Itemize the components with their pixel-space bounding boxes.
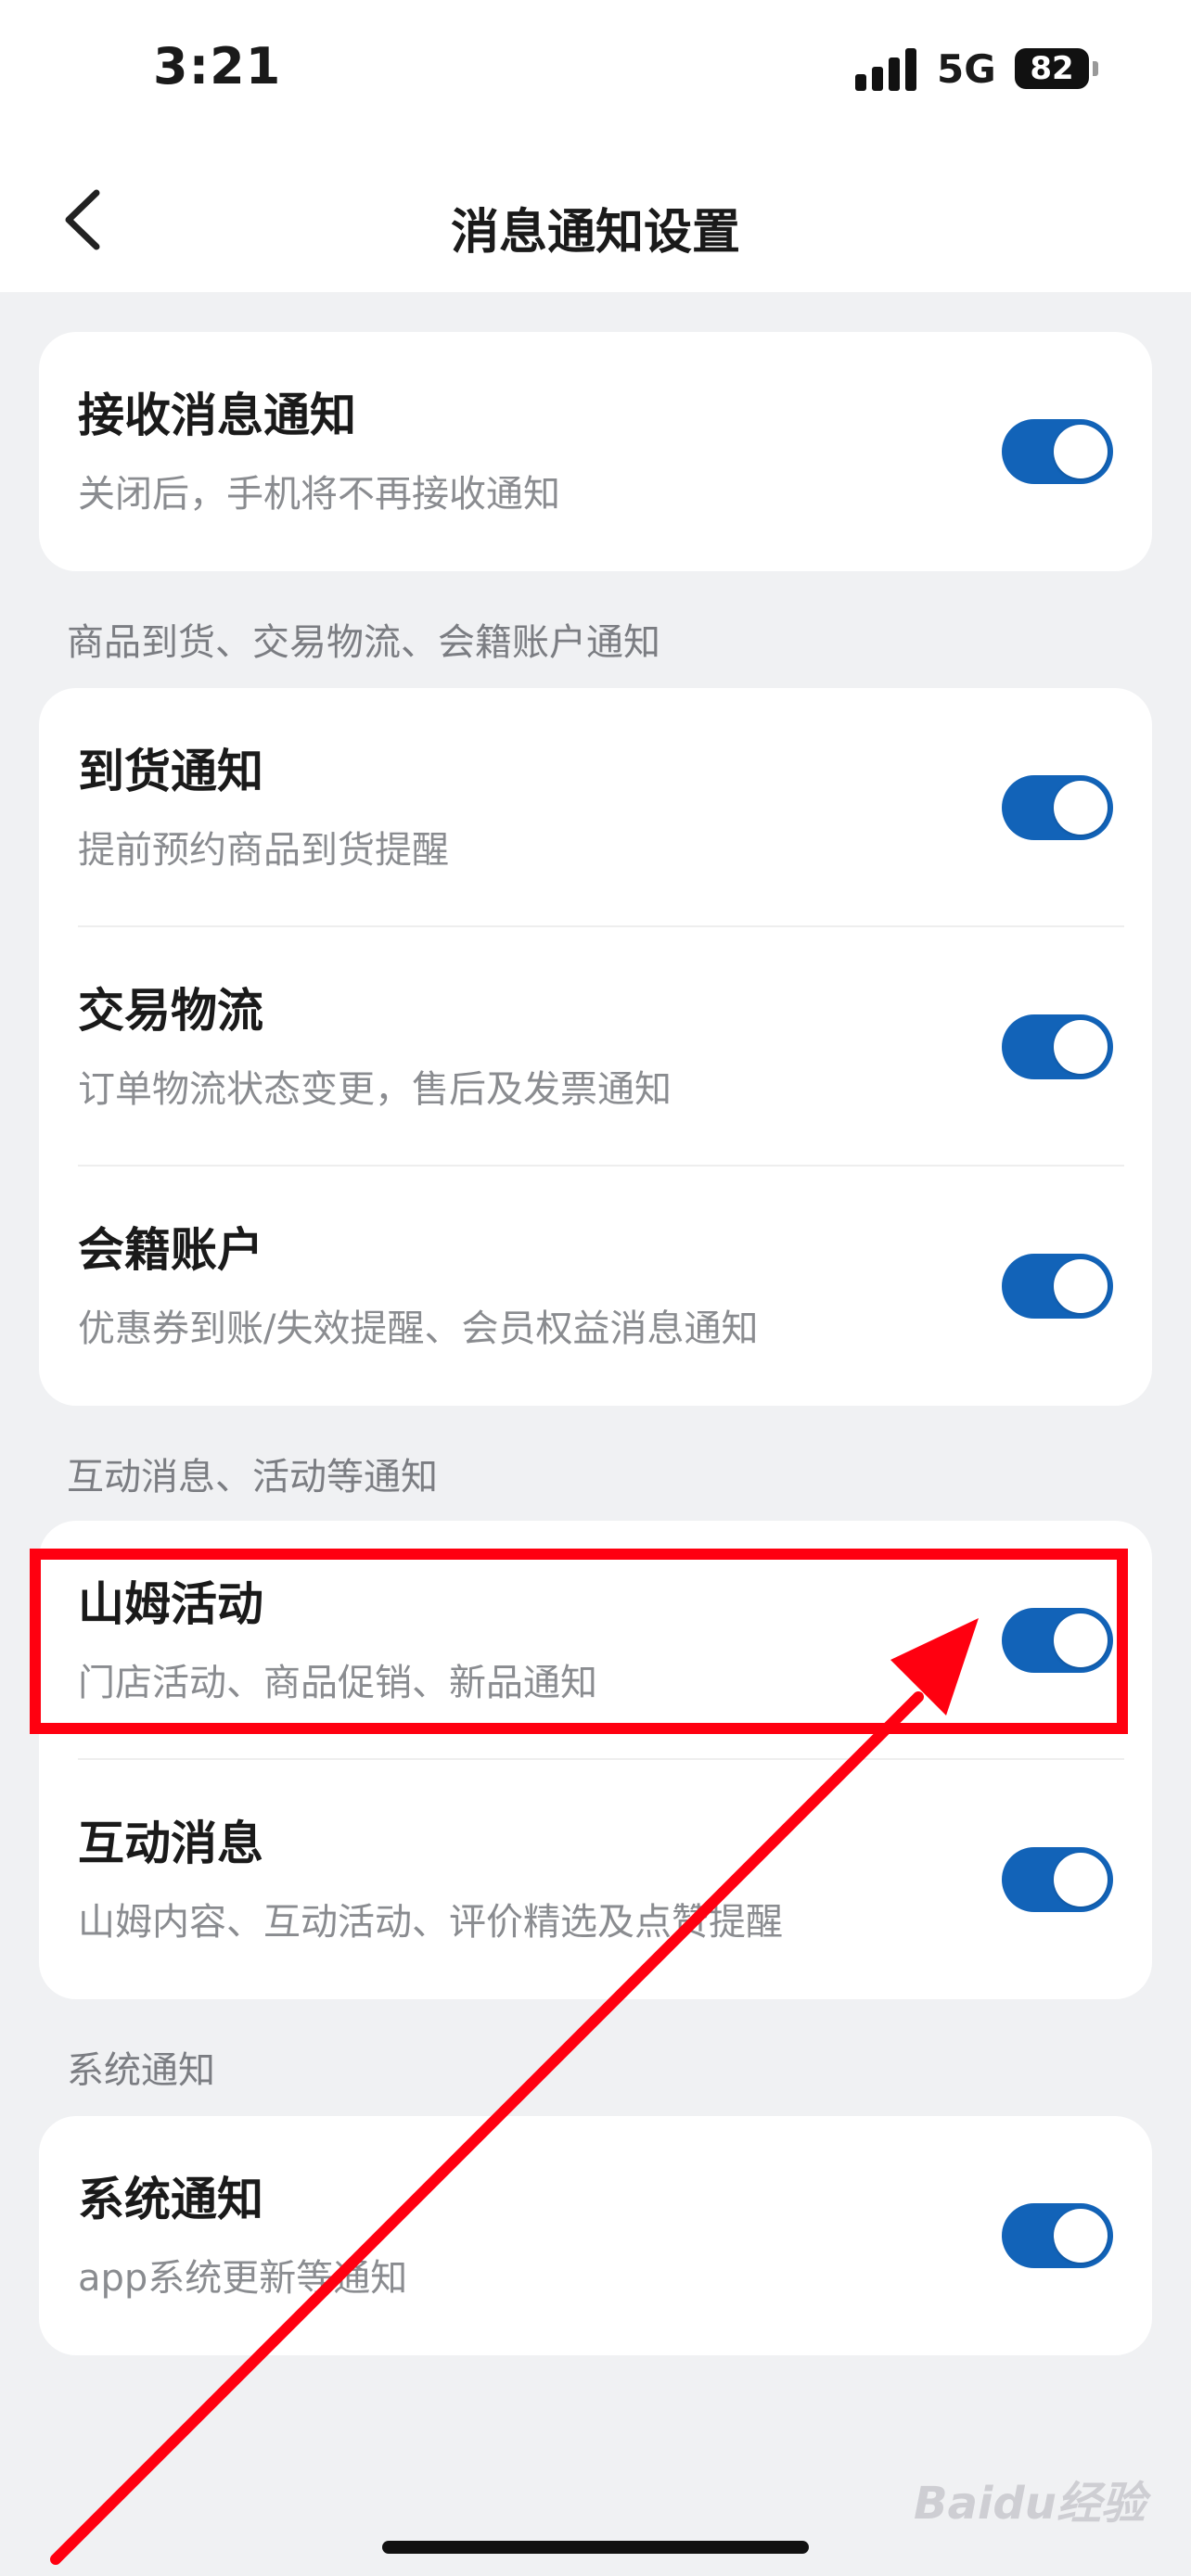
toggle-receive-notifications[interactable]: [1002, 419, 1113, 484]
setting-title: 会籍账户: [78, 1223, 263, 1277]
setting-row-system: 系统通知 app系统更新等通知: [39, 2116, 1152, 2355]
home-indicator[interactable]: [382, 2541, 809, 2554]
toggle-interaction[interactable]: [1002, 1847, 1113, 1912]
watermark: Baidu经验: [914, 2478, 1146, 2530]
signal-icon: [855, 48, 922, 91]
setting-title: 互动消息: [78, 1817, 263, 1870]
toggle-knob: [1054, 781, 1108, 835]
setting-row-interaction: 互动消息 山姆内容、互动活动、评价精选及点赞提醒: [39, 1760, 1152, 1999]
toggle-arrival[interactable]: [1002, 775, 1113, 840]
setting-row-arrival: 到货通知 提前预约商品到货提醒: [39, 688, 1152, 927]
setting-subtitle: 提前预约商品到货提醒: [78, 829, 449, 872]
toggle-knob: [1054, 1259, 1108, 1313]
toggle-knob: [1054, 1853, 1108, 1906]
nav-bar: 消息通知设置: [0, 148, 1191, 292]
network-type: 5G: [937, 46, 996, 92]
toggle-knob: [1054, 1020, 1108, 1074]
toggle-membership[interactable]: [1002, 1254, 1113, 1319]
setting-title: 到货通知: [78, 745, 263, 798]
setting-subtitle: app系统更新等通知: [78, 2257, 408, 2300]
section-card-system: 系统通知 app系统更新等通知: [39, 2116, 1152, 2355]
setting-row-receive-notifications: 接收消息通知 关闭后，手机将不再接收通知: [39, 332, 1152, 571]
master-notification-card: 接收消息通知 关闭后，手机将不再接收通知: [39, 332, 1152, 571]
battery-icon: 82: [1015, 48, 1089, 89]
setting-title: 接收消息通知: [78, 389, 356, 442]
toggle-knob: [1054, 2209, 1108, 2263]
setting-title: 交易物流: [78, 984, 263, 1038]
setting-subtitle: 订单物流状态变更，售后及发票通知: [78, 1068, 672, 1111]
toggle-knob: [1054, 425, 1108, 478]
setting-title: 系统通知: [78, 2173, 263, 2226]
annotation-highlight-box: [30, 1549, 1128, 1734]
setting-subtitle: 山姆内容、互动活动、评价精选及点赞提醒: [78, 1901, 783, 1944]
section-header-goods: 商品到货、交易物流、会籍账户通知: [67, 621, 660, 664]
setting-row-membership: 会籍账户 优惠券到账/失效提醒、会员权益消息通知: [39, 1167, 1152, 1406]
status-time: 3:21: [153, 37, 282, 96]
toggle-system[interactable]: [1002, 2203, 1113, 2268]
battery-tip: [1093, 61, 1098, 76]
status-bar: 3:21 5G 82: [0, 0, 1191, 148]
setting-subtitle: 关闭后，手机将不再接收通知: [78, 473, 560, 516]
section-header-interaction: 互动消息、活动等通知: [67, 1456, 438, 1498]
section-card-goods: 到货通知 提前预约商品到货提醒 交易物流 订单物流状态变更，售后及发票通知 会籍…: [39, 688, 1152, 1406]
section-header-system: 系统通知: [67, 2049, 215, 2092]
page-title: 消息通知设置: [450, 205, 740, 261]
toggle-logistics[interactable]: [1002, 1014, 1113, 1079]
setting-row-logistics: 交易物流 订单物流状态变更，售后及发票通知: [39, 927, 1152, 1167]
setting-subtitle: 优惠券到账/失效提醒、会员权益消息通知: [78, 1307, 759, 1350]
